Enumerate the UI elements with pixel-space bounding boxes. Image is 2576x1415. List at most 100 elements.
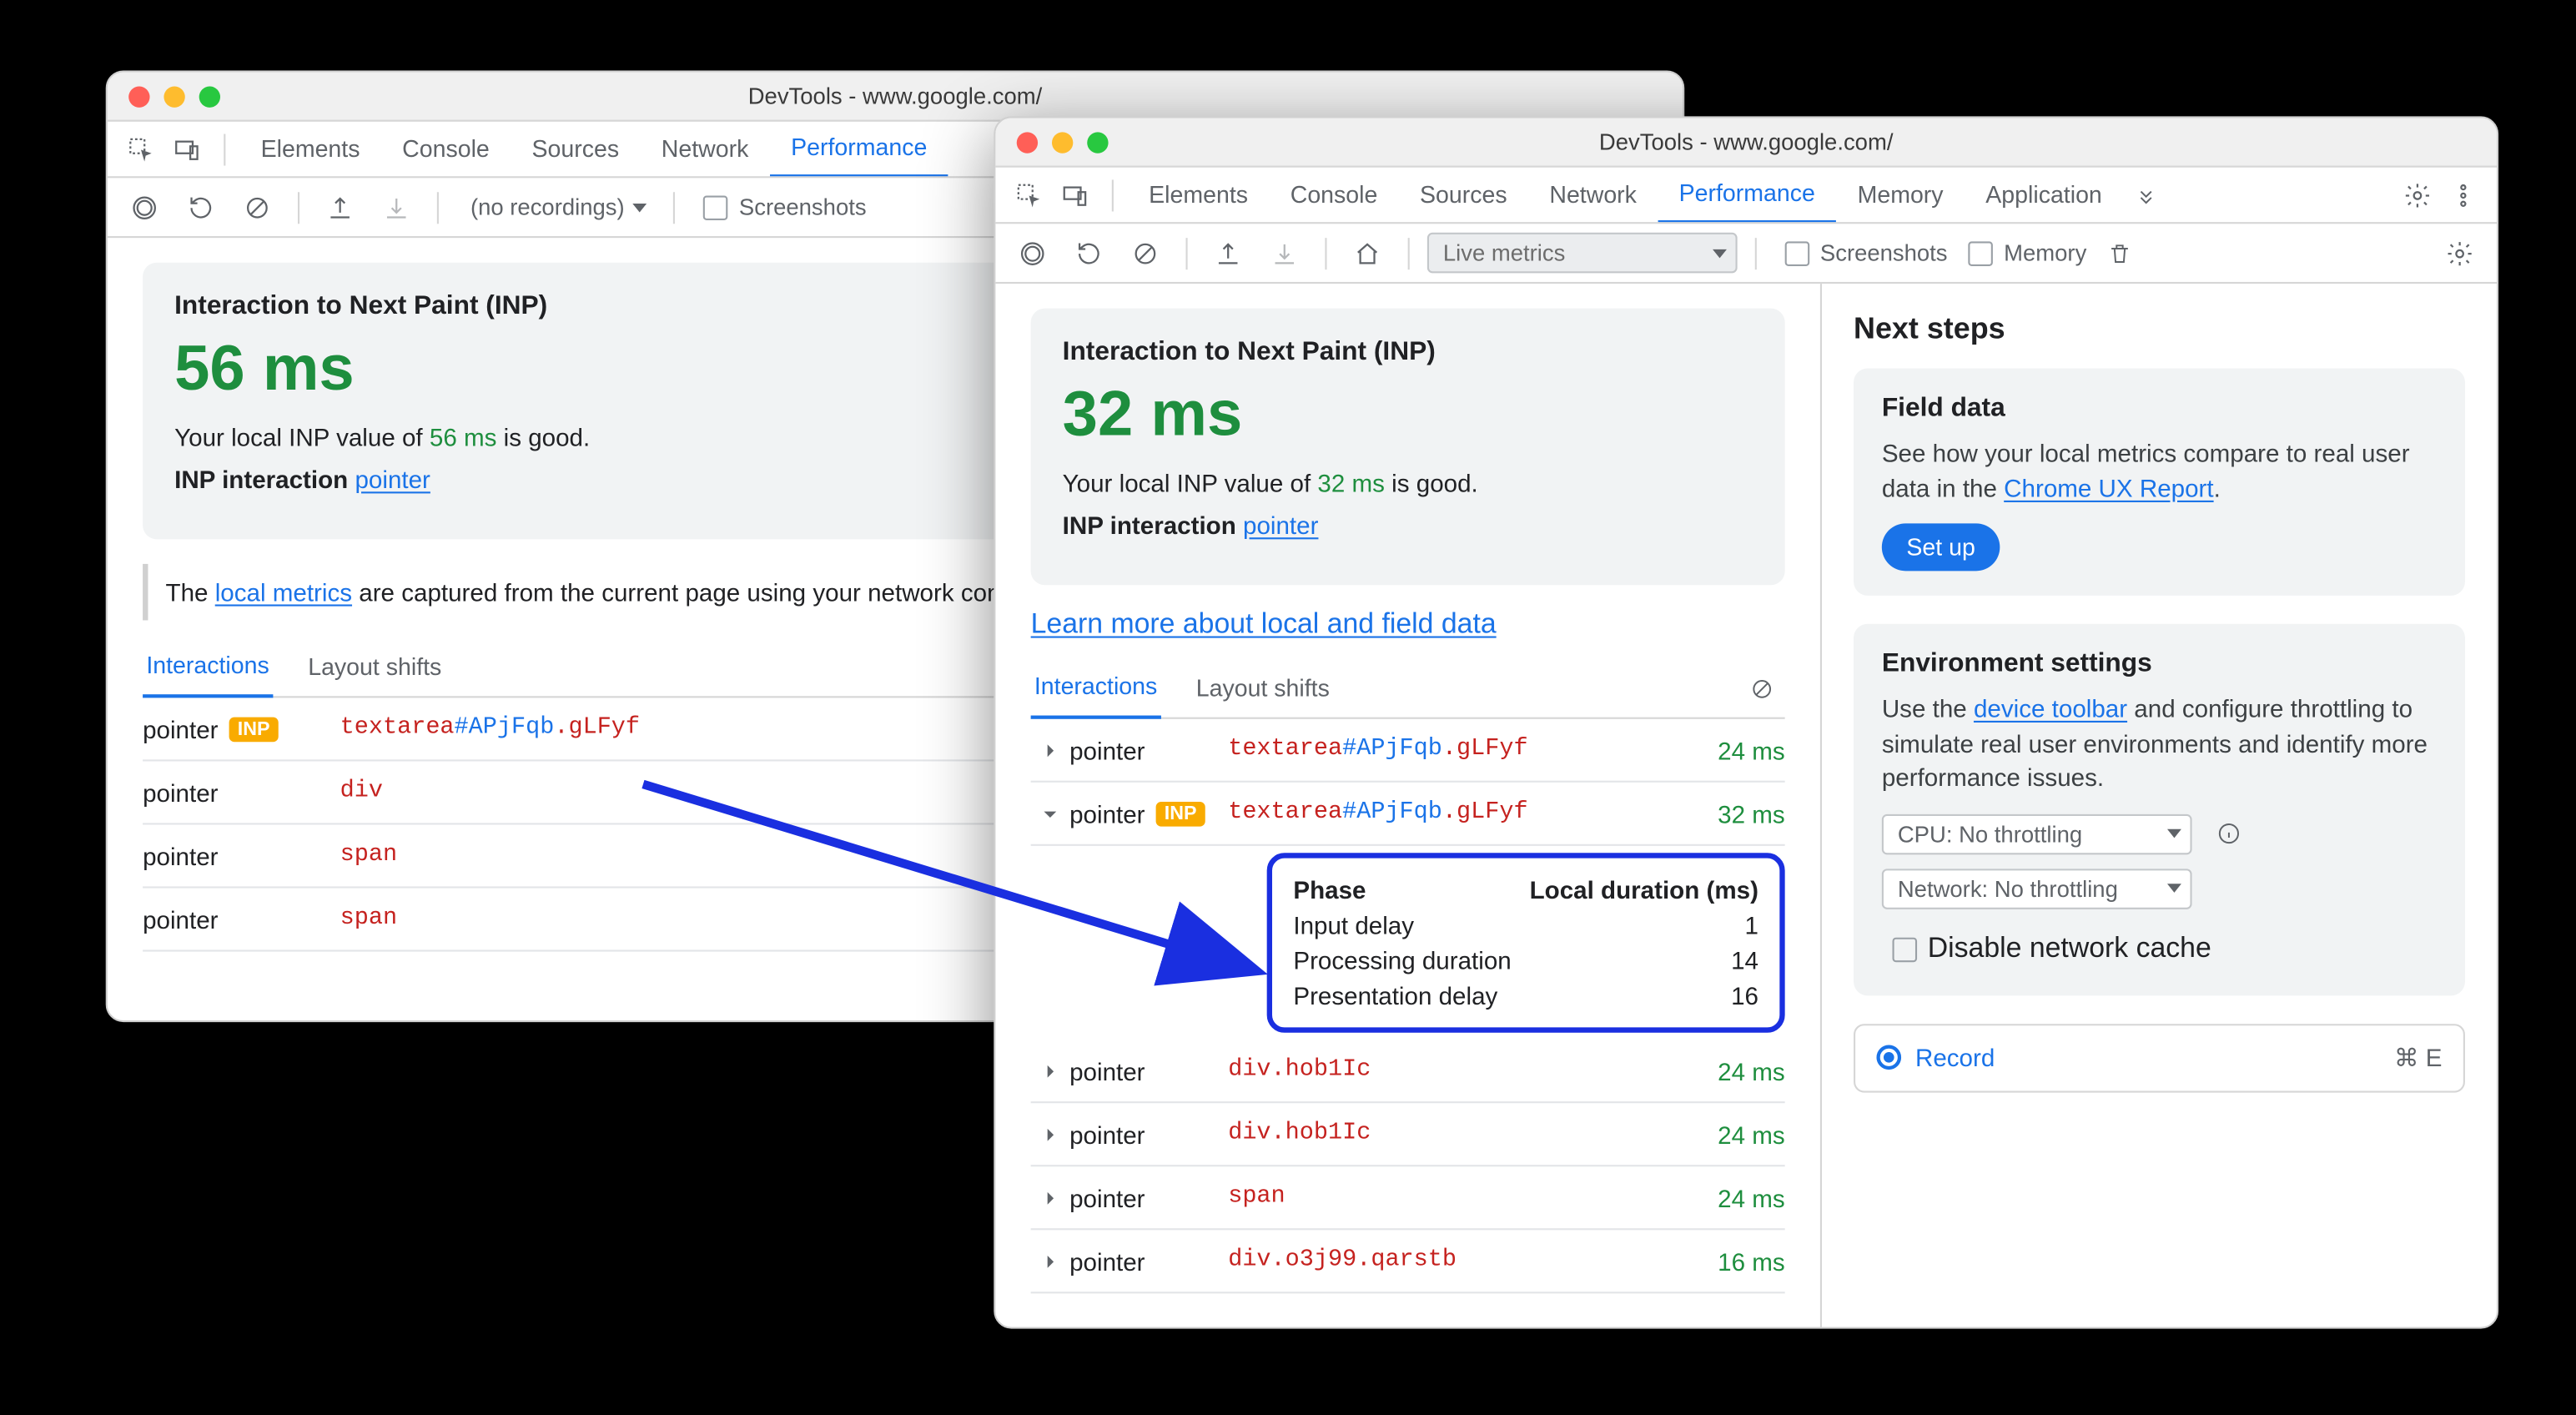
cpu-throttle-select[interactable]: CPU: No throttling [1882,814,2192,855]
interaction-row[interactable]: pointer div.hob1Ic 24 ms [1031,1103,1785,1166]
interaction-row[interactable]: pointer div.o3j99.qarstb 16 ms [1031,1230,1785,1293]
inp-interaction-line: INP interaction pointer [1063,511,1753,540]
chevron-right-icon[interactable] [1031,1060,1069,1080]
interaction-type: pointer [143,778,340,807]
inp-interaction-link[interactable]: pointer [355,466,430,494]
tab-application[interactable]: Application [1965,168,2123,224]
inspect-icon[interactable] [1009,175,1048,214]
chevron-down-icon[interactable] [1031,803,1069,823]
tab-console[interactable]: Console [1269,168,1398,224]
local-metrics-link[interactable]: local metrics [215,578,352,607]
more-icon[interactable] [2444,175,2483,214]
interaction-target: textarea#APjFqb.gLFyf [1228,800,1672,827]
recordings-select[interactable]: (no recordings) [456,189,657,225]
interaction-type: pointer [143,842,340,870]
screenshots-checkbox[interactable]: Screenshots [1785,239,1948,266]
interaction-type: pointer INP [143,714,340,743]
interactions-list: pointer textarea#APjFqb.gLFyf 24 ms poin… [1031,719,1785,1294]
env-text: Use the device toolbar and configure thr… [1882,692,2437,796]
inp-value: 32 ms [1063,377,1753,451]
reload-icon[interactable] [1069,234,1108,272]
record-shortcut: ⌘ E [2394,1043,2443,1073]
tab-performance[interactable]: Performance [1658,168,1836,224]
upload-icon[interactable] [1209,234,1247,272]
env-title: Environment settings [1882,649,2437,679]
record-icon[interactable] [1014,234,1052,272]
subtab-layout-shifts[interactable]: Layout shifts [304,637,445,697]
metrics-select[interactable]: Live metrics [1427,233,1738,274]
subtab-layout-shifts[interactable]: Layout shifts [1193,658,1334,718]
inp-title: Interaction to Next Paint (INP) [1063,336,1753,366]
settings-icon[interactable] [2440,234,2478,272]
download-icon[interactable] [1265,234,1304,272]
phase-row: Input delay1 [1293,908,1758,943]
recordings-label: (no recordings) [470,194,625,220]
network-throttle-select[interactable]: Network: No throttling [1882,869,2192,909]
chevron-right-icon[interactable] [1031,1251,1069,1271]
subtab-interactions[interactable]: Interactions [143,637,273,697]
crux-link[interactable]: Chrome UX Report [2004,473,2213,501]
tab-network[interactable]: Network [1528,168,1658,224]
interaction-type: pointer [1069,1246,1228,1275]
titlebar: DevTools - www.google.com/ [108,73,1683,122]
interaction-duration: 16 ms [1672,1246,1784,1275]
tab-network[interactable]: Network [640,122,769,178]
interaction-target: div.hob1Ic [1228,1057,1672,1084]
setup-button[interactable]: Set up [1882,524,2000,572]
device-toolbar-icon[interactable] [1055,175,1094,214]
next-steps-heading: Next steps [1854,312,2465,347]
record-row[interactable]: Record ⌘ E [1854,1024,2465,1092]
chevron-right-icon[interactable] [1031,1187,1069,1208]
tab-console[interactable]: Console [381,122,511,178]
memory-checkbox[interactable]: Memory [1969,239,2086,266]
settings-icon[interactable] [2398,175,2437,214]
interaction-row[interactable]: pointer INP textarea#APjFqb.gLFyf 32 ms [1031,783,1785,846]
interaction-duration: 24 ms [1672,1183,1784,1211]
subtab-interactions[interactable]: Interactions [1031,658,1161,718]
interaction-type: pointer [1069,736,1228,764]
tab-elements[interactable]: Elements [1128,168,1270,224]
tab-memory[interactable]: Memory [1836,168,1965,224]
disable-cache-checkbox[interactable]: Disable network cache [1893,934,2211,965]
inp-badge: INP [1155,801,1205,826]
tab-sources[interactable]: Sources [511,122,640,178]
interaction-row[interactable]: pointer textarea#APjFqb.gLFyf 24 ms [1031,719,1785,783]
learn-more-link[interactable]: Learn more about local and field data [1031,610,1497,640]
more-tabs-icon[interactable] [2126,175,2165,214]
clear-icon[interactable] [238,188,276,226]
interaction-target: span [1228,1184,1672,1211]
trash-icon[interactable] [2101,234,2139,272]
interaction-duration: 32 ms [1672,799,1784,828]
screenshots-checkbox[interactable]: Screenshots [704,194,867,220]
record-dot-icon [1876,1046,1901,1071]
reload-icon[interactable] [182,188,220,226]
upload-icon[interactable] [320,188,359,226]
device-toolbar-icon[interactable] [168,129,206,168]
inp-badge: INP [229,717,279,742]
inp-interaction-link[interactable]: pointer [1243,511,1318,540]
phase-row: Presentation delay16 [1293,978,1758,1013]
interaction-row[interactable]: pointer span 24 ms [1031,1166,1785,1230]
tab-elements[interactable]: Elements [239,122,381,178]
download-icon[interactable] [377,188,415,226]
inp-sentence: Your local INP value of 32 ms is good. [1063,469,1753,497]
field-data-title: Field data [1882,393,2437,423]
tab-performance[interactable]: Performance [770,122,948,178]
record-icon[interactable] [125,188,164,226]
tab-sources[interactable]: Sources [1399,168,1528,224]
interaction-row[interactable]: pointer div.hob1Ic 24 ms [1031,1040,1785,1103]
home-icon[interactable] [1348,234,1386,272]
chevron-right-icon[interactable] [1031,739,1069,760]
info-icon[interactable] [2210,815,2248,854]
device-toolbar-link[interactable]: device toolbar [1974,695,2127,723]
interaction-duration: 24 ms [1672,1120,1784,1148]
titlebar: DevTools - www.google.com/ [995,118,2497,168]
chevron-right-icon[interactable] [1031,1124,1069,1145]
interaction-target: textarea#APjFqb.gLFyf [1228,737,1672,763]
inspect-icon[interactable] [122,129,160,168]
window-title: DevTools - www.google.com/ [995,128,2497,155]
clear-icon[interactable] [1126,234,1165,272]
clear-list-icon[interactable] [1743,669,1781,708]
interaction-type: pointer [1069,1056,1228,1085]
interaction-target: div.o3j99.qarstb [1228,1247,1672,1274]
